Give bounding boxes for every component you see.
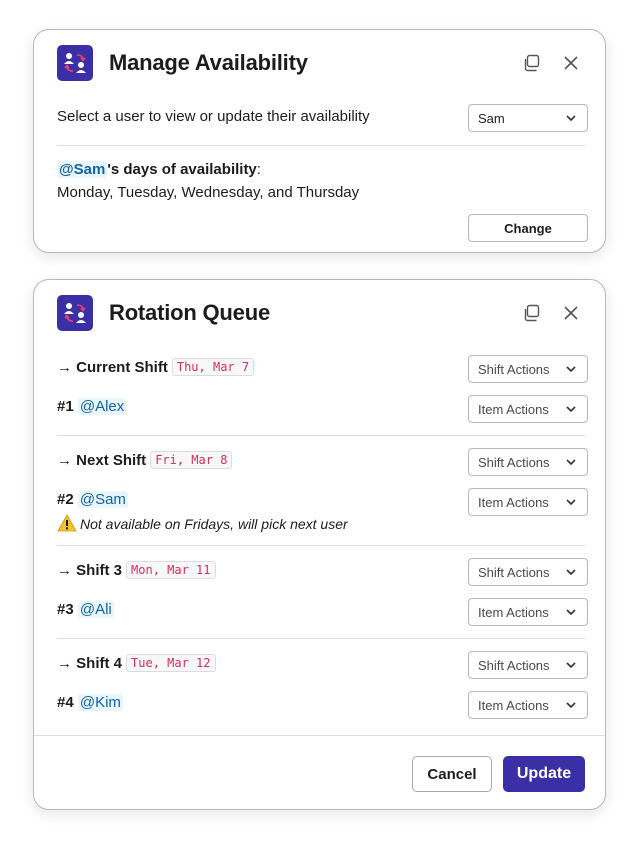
queue-rank: #4 — [57, 694, 74, 711]
item-actions-select[interactable]: Item Actions — [468, 488, 588, 516]
shift-actions-label: Shift Actions — [478, 454, 550, 470]
chevron-down-icon — [566, 662, 576, 669]
item-actions-select[interactable]: Item Actions — [468, 691, 588, 719]
rotation-queue-modal: Rotation Queue → Current Shift Thu, Mar 7… — [33, 279, 606, 810]
user-mention[interactable]: @Kim — [77, 694, 123, 711]
shift-actions-label: Shift Actions — [478, 361, 550, 377]
user-select[interactable]: Sam — [468, 104, 588, 132]
modal-header: Rotation Queue — [57, 295, 585, 331]
shift-heading: → Shift 3 Mon, Mar 11 — [57, 561, 216, 579]
copy-icon[interactable] — [519, 51, 543, 75]
modal-header: Manage Availability — [57, 45, 585, 81]
divider — [57, 145, 585, 146]
shift-label: Next Shift — [76, 452, 147, 469]
item-actions-select[interactable]: Item Actions — [468, 598, 588, 626]
shift-actions-select[interactable]: Shift Actions — [468, 651, 588, 679]
user-mention[interactable]: @Ali — [77, 601, 114, 618]
copy-icon[interactable] — [519, 301, 543, 325]
queue-item: #2 @Sam — [57, 491, 128, 508]
item-actions-label: Item Actions — [478, 401, 549, 417]
shift-heading: → Next Shift Fri, Mar 8 — [57, 451, 233, 469]
app-icon — [57, 295, 93, 331]
availability-warning: Not available on Fridays, will pick next… — [57, 514, 348, 532]
warning-text: Not available on Fridays, will pick next… — [80, 516, 348, 532]
cancel-button[interactable]: Cancel — [412, 756, 492, 792]
queue-item: #1 @Alex — [57, 398, 127, 415]
app-icon — [57, 45, 93, 81]
modal-title: Rotation Queue — [109, 300, 270, 325]
chevron-down-icon — [566, 499, 576, 506]
queue-item: #4 @Kim — [57, 694, 123, 711]
item-actions-select[interactable]: Item Actions — [468, 395, 588, 423]
user-select-prompt: Select a user to view or update their av… — [57, 108, 370, 125]
shift-date: Thu, Mar 7 — [171, 358, 255, 376]
item-actions-label: Item Actions — [478, 494, 549, 510]
close-icon[interactable] — [559, 301, 583, 325]
shift-label: Shift 4 — [76, 655, 123, 672]
divider — [57, 435, 585, 436]
close-icon[interactable] — [559, 51, 583, 75]
divider — [57, 545, 585, 546]
shift-date: Fri, Mar 8 — [150, 451, 233, 469]
update-button[interactable]: Update — [503, 756, 585, 792]
user-mention[interactable]: @Alex — [77, 398, 127, 415]
user-mention[interactable]: @Sam — [77, 491, 128, 508]
shift-heading: → Current Shift Thu, Mar 7 — [57, 358, 255, 376]
warning-icon — [57, 514, 77, 532]
shift-actions-label: Shift Actions — [478, 657, 550, 673]
manage-availability-modal: Manage Availability Select a user to vie… — [33, 29, 606, 253]
footer-divider — [34, 735, 605, 736]
shift-label: Shift 3 — [76, 562, 123, 579]
user-mention[interactable]: @Sam — [57, 161, 108, 178]
chevron-down-icon — [566, 569, 576, 576]
queue-rank: #2 — [57, 491, 74, 508]
arrow-right-icon: → — [57, 655, 72, 672]
shift-actions-select[interactable]: Shift Actions — [468, 558, 588, 586]
queue-item: #3 @Ali — [57, 601, 114, 618]
shift-actions-select[interactable]: Shift Actions — [468, 355, 588, 383]
modal-title: Manage Availability — [109, 50, 308, 75]
change-button[interactable]: Change — [468, 214, 588, 242]
queue-rank: #1 — [57, 398, 74, 415]
availability-heading-text: 's days of availability — [107, 161, 257, 178]
chevron-down-icon — [566, 609, 576, 616]
item-actions-label: Item Actions — [478, 604, 549, 620]
chevron-down-icon — [566, 406, 576, 413]
chevron-down-icon — [566, 459, 576, 466]
chevron-down-icon — [566, 115, 576, 122]
chevron-down-icon — [566, 702, 576, 709]
arrow-right-icon: → — [57, 452, 72, 469]
queue-rank: #3 — [57, 601, 74, 618]
availability-days: Monday, Tuesday, Wednesday, and Thursday — [57, 184, 360, 201]
shift-label: Current Shift — [76, 359, 168, 376]
arrow-right-icon: → — [57, 562, 72, 579]
chevron-down-icon — [566, 366, 576, 373]
shift-heading: → Shift 4 Tue, Mar 12 — [57, 654, 216, 672]
shift-actions-select[interactable]: Shift Actions — [468, 448, 588, 476]
divider — [57, 638, 585, 639]
shift-date: Mon, Mar 11 — [126, 561, 216, 579]
availability-heading: @Sam's days of availability: — [57, 161, 261, 178]
availability-heading-colon: : — [256, 161, 261, 178]
arrow-right-icon: → — [57, 359, 72, 376]
shift-actions-label: Shift Actions — [478, 564, 550, 580]
item-actions-label: Item Actions — [478, 697, 549, 713]
shift-date: Tue, Mar 12 — [126, 654, 216, 672]
user-select-value: Sam — [478, 110, 505, 126]
